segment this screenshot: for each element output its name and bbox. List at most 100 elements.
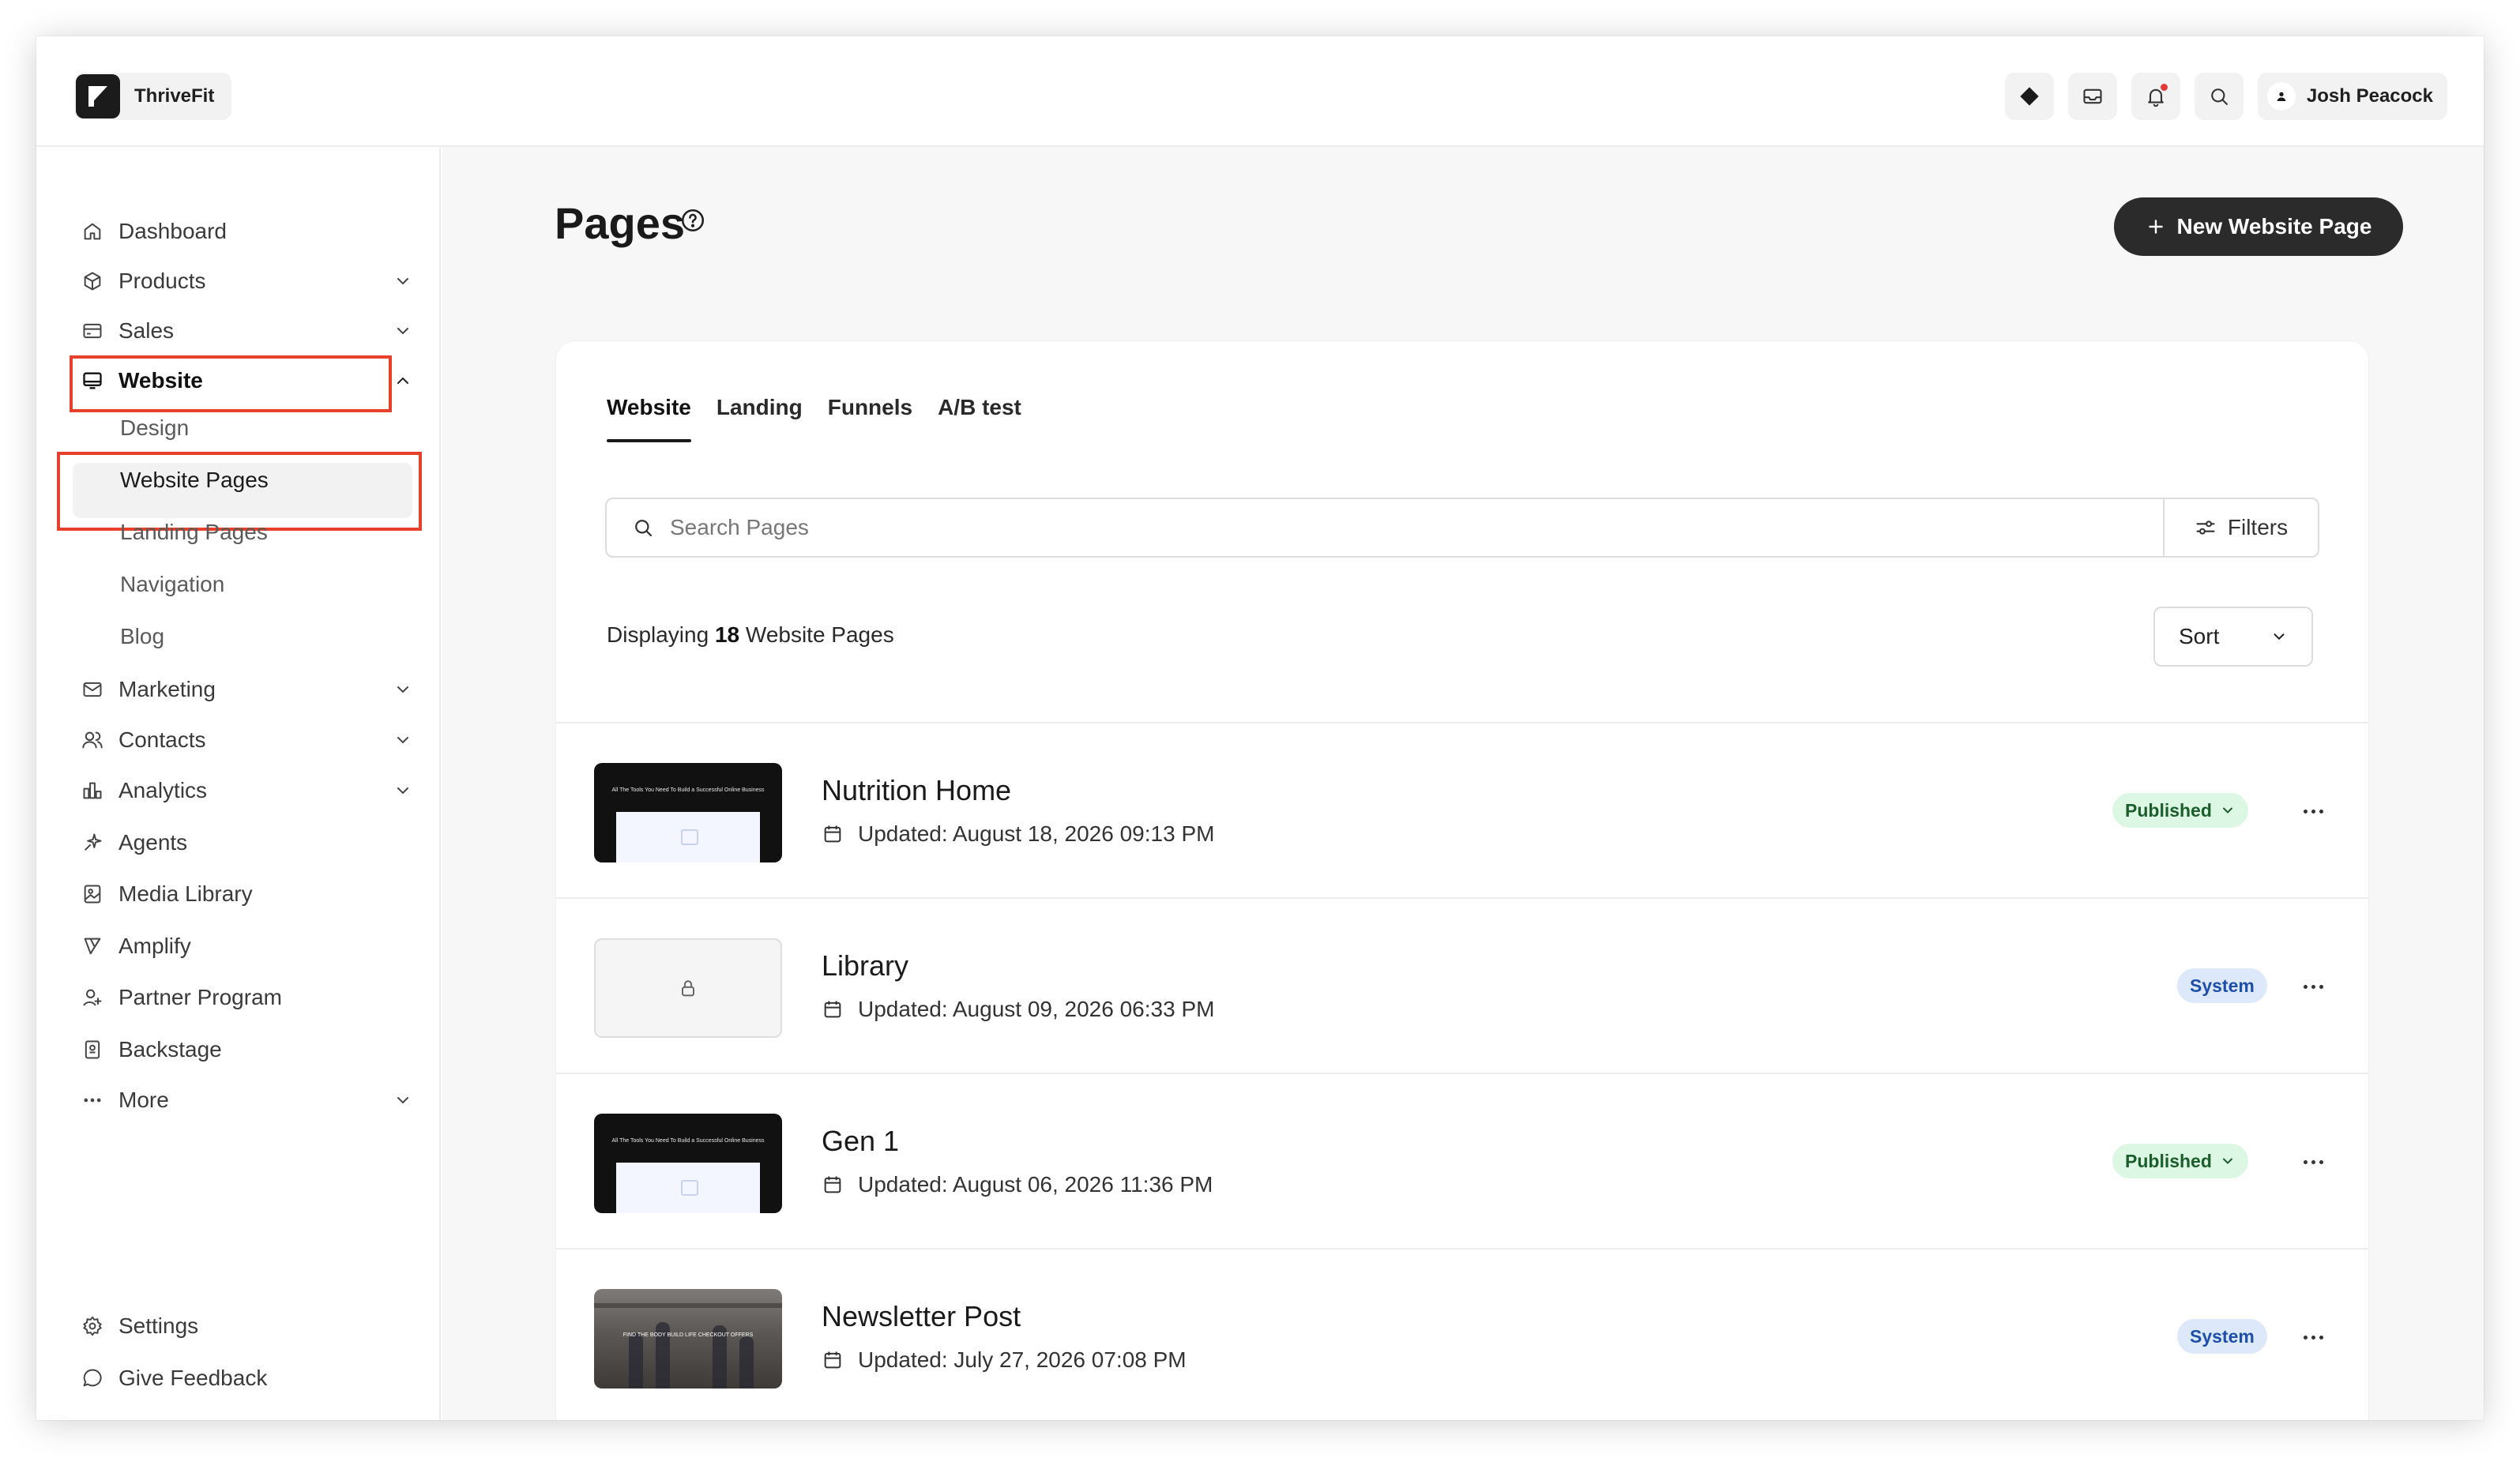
header-actions: Josh Peacock (2004, 73, 2447, 120)
page-type-tabs: Website Landing Funnels A/B test (607, 395, 1021, 442)
sidebar-item-settings[interactable]: Settings (81, 1306, 412, 1346)
row-more-button[interactable] (2297, 799, 2329, 823)
list-item[interactable]: Library Updated: August 09, 2026 06:33 P… (556, 897, 2368, 1076)
status-badge[interactable]: Published (2112, 793, 2248, 828)
sidebar-item-marketing[interactable]: Marketing (81, 670, 412, 709)
sidebar-subitem-blog[interactable]: Blog (120, 624, 164, 649)
highlight-box-website-pages (57, 452, 422, 531)
inbox-button[interactable] (2067, 73, 2117, 120)
bar-chart-icon (81, 779, 104, 802)
notifications-button[interactable] (2131, 73, 2180, 120)
updated-text: Updated: August 09, 2026 06:33 PM (858, 997, 1215, 1021)
list-item[interactable]: All The Tools You Need To Build a Succes… (556, 722, 2368, 900)
count-value: 18 (714, 622, 740, 647)
help-icon[interactable] (679, 207, 706, 234)
chevron-down-icon (397, 737, 408, 744)
tab-landing[interactable]: Landing (717, 395, 803, 442)
search-field (607, 499, 2163, 556)
sidebar-item-more[interactable]: More (81, 1080, 412, 1120)
global-search-button[interactable] (2194, 73, 2244, 120)
image-placeholder-icon (616, 812, 760, 862)
page-name[interactable]: Library (822, 949, 908, 983)
sidebar-item-label: Amplify (118, 934, 191, 958)
sidebar-item-products[interactable]: Products (81, 261, 412, 301)
status-label: System (2190, 975, 2255, 996)
avatar (2266, 82, 2296, 111)
card-icon (81, 319, 104, 343)
sidebar-item-sales[interactable]: Sales (81, 311, 412, 351)
image-placeholder-icon (616, 1163, 760, 1213)
sort-dropdown[interactable]: Sort (2153, 607, 2313, 667)
sidebar-item-analytics[interactable]: Analytics (81, 771, 412, 810)
list-item[interactable]: All The Tools You Need To Build a Succes… (556, 1073, 2368, 1251)
page-thumbnail: All The Tools You Need To Build a Succes… (594, 763, 782, 862)
sidebar-item-partner-program[interactable]: Partner Program (81, 978, 412, 1017)
sidebar-item-label: Backstage (118, 1037, 222, 1062)
user-menu[interactable]: Josh Peacock (2257, 73, 2447, 120)
row-more-button[interactable] (2297, 1150, 2329, 1174)
count-prefix: Displaying (607, 622, 709, 647)
sidebar-item-label: Contacts (118, 727, 206, 752)
search-input[interactable] (670, 515, 2092, 540)
sidebar-item-dashboard[interactable]: Dashboard (81, 212, 412, 251)
sidebar-item-label: More (118, 1088, 169, 1112)
sidebar-subitem-design[interactable]: Design (120, 415, 189, 441)
chat-icon (81, 1366, 104, 1390)
sidebar: Dashboard Products Sales Website Design … (36, 147, 441, 1420)
backstage-icon (81, 1038, 104, 1062)
filters-button[interactable]: Filters (2163, 499, 2318, 556)
highlight-box-website (70, 355, 392, 412)
chevron-down-icon (397, 278, 408, 285)
thumbnail-caption: All The Tools You Need To Build a Succes… (611, 1138, 765, 1144)
inbox-icon (2083, 88, 2102, 104)
lock-icon (682, 980, 694, 997)
tab-website[interactable]: Website (607, 395, 691, 442)
page-name[interactable]: Newsletter Post (822, 1300, 1021, 1333)
thumbnail-caption: All The Tools You Need To Build a Succes… (611, 787, 765, 793)
sidebar-subitem-landing-pages[interactable]: Landing Pages (120, 520, 268, 545)
chevron-up-icon (397, 377, 408, 384)
page-name[interactable]: Gen 1 (822, 1125, 899, 1158)
sidebar-item-give-feedback[interactable]: Give Feedback (81, 1358, 412, 1398)
new-website-page-button[interactable]: New Website Page (2114, 197, 2403, 256)
calendar-icon (824, 1351, 841, 1369)
sidebar-item-label: Analytics (118, 778, 208, 802)
row-more-button[interactable] (2297, 975, 2329, 998)
list-item[interactable]: FIND THE BODY BUILD LIFE CHECKOUT OFFERS… (556, 1248, 2368, 1420)
sidebar-item-label: Partner Program (118, 985, 282, 1009)
calendar-icon (824, 1176, 841, 1193)
notification-dot (2158, 82, 2169, 92)
brand-name: ThriveFit (134, 85, 215, 107)
brand-switcher[interactable]: ThriveFit (74, 73, 232, 120)
user-name: Josh Peacock (2306, 85, 2433, 107)
sidebar-item-contacts[interactable]: Contacts (81, 720, 412, 760)
results-count: Displaying 18 Website Pages (607, 622, 894, 648)
sidebar-item-agents[interactable]: Agents (81, 823, 412, 862)
filters-icon (2196, 520, 2215, 535)
sidebar-item-label: Settings (118, 1313, 199, 1338)
sidebar-subitem-navigation[interactable]: Navigation (120, 572, 224, 597)
sidebar-item-amplify[interactable]: Amplify (81, 926, 412, 966)
page-updated: Updated: August 06, 2026 11:36 PM (822, 1172, 1213, 1197)
sidebar-item-label: Media Library (118, 881, 253, 906)
tab-ab-test[interactable]: A/B test (938, 395, 1021, 442)
sort-label: Sort (2179, 624, 2220, 648)
page-name[interactable]: Nutrition Home (822, 774, 1011, 807)
page-updated: Updated: July 27, 2026 07:08 PM (822, 1347, 1187, 1373)
status-badge[interactable]: Published (2112, 1144, 2248, 1178)
row-more-button[interactable] (2297, 1325, 2329, 1349)
page-title: Pages (555, 198, 685, 248)
calendar-icon (824, 825, 841, 843)
upgrade-button[interactable] (2004, 73, 2054, 120)
status-badge: System (2177, 1319, 2267, 1354)
sidebar-item-label: Dashboard (118, 219, 227, 243)
chevron-down-icon (397, 1097, 408, 1104)
sidebar-item-media-library[interactable]: Media Library (81, 874, 412, 914)
filters-label: Filters (2227, 515, 2289, 539)
sidebar-item-label: Sales (118, 318, 175, 343)
user-icon (2277, 92, 2286, 101)
chevron-down-icon (2222, 807, 2232, 814)
page-updated: Updated: August 09, 2026 06:33 PM (822, 997, 1214, 1022)
sidebar-item-backstage[interactable]: Backstage (81, 1030, 412, 1069)
tab-funnels[interactable]: Funnels (828, 395, 912, 442)
